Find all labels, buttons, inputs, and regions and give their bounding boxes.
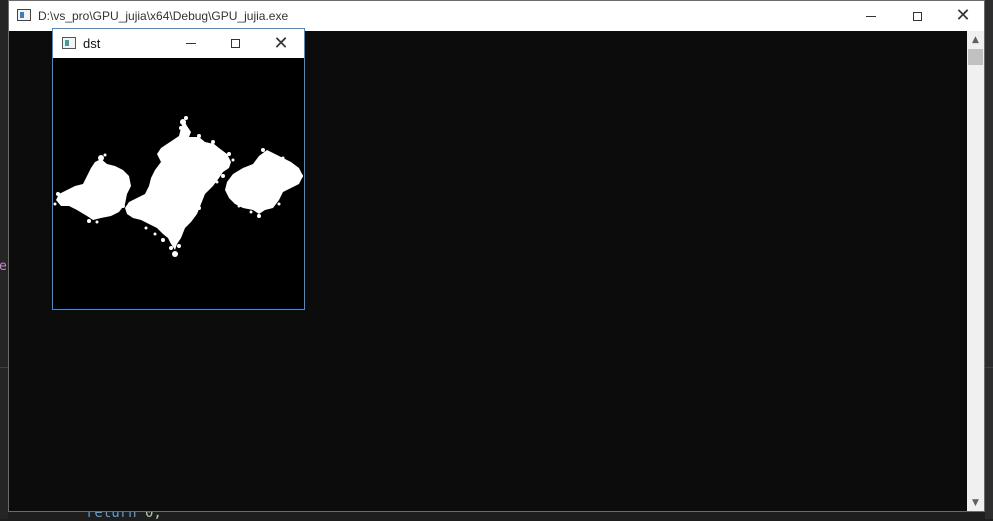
- image-window-icon[interactable]: [62, 37, 76, 49]
- close-icon: ✕: [273, 32, 289, 54]
- ide-divider: [0, 367, 8, 368]
- console-app-icon[interactable]: [17, 9, 31, 21]
- maximize-icon: [231, 39, 240, 48]
- console-close-button[interactable]: ✕: [940, 1, 986, 31]
- dst-maximize-button[interactable]: [213, 29, 258, 58]
- minimize-icon: [185, 43, 196, 44]
- console-scrollbar[interactable]: ▲ ▼: [967, 31, 984, 511]
- scroll-up-arrow-icon[interactable]: ▲: [967, 31, 984, 48]
- console-maximize-button[interactable]: [894, 1, 940, 31]
- maximize-icon: [912, 11, 922, 21]
- dst-close-button[interactable]: ✕: [258, 29, 304, 58]
- close-icon: ✕: [955, 5, 971, 26]
- ide-divider: [985, 367, 993, 368]
- ide-code-fragment: e: [0, 259, 7, 274]
- dst-window: dst ✕: [52, 28, 305, 310]
- scroll-thumb[interactable]: [968, 49, 983, 65]
- fractal-shape: [53, 58, 304, 309]
- console-minimize-button[interactable]: [848, 1, 894, 31]
- ide-right-edge: [985, 0, 993, 519]
- console-titlebar[interactable]: D:\vs_pro\GPU_jujia\x64\Debug\GPU_jujia.…: [9, 1, 984, 31]
- dst-minimize-button[interactable]: [168, 29, 213, 58]
- dst-title: dst: [83, 36, 101, 51]
- dst-titlebar[interactable]: dst ✕: [53, 29, 304, 58]
- minimize-icon: [866, 15, 876, 17]
- julia-set-image: [53, 58, 304, 309]
- console-title: D:\vs_pro\GPU_jujia\x64\Debug\GPU_jujia.…: [38, 9, 289, 23]
- scroll-down-arrow-icon[interactable]: ▼: [967, 494, 984, 511]
